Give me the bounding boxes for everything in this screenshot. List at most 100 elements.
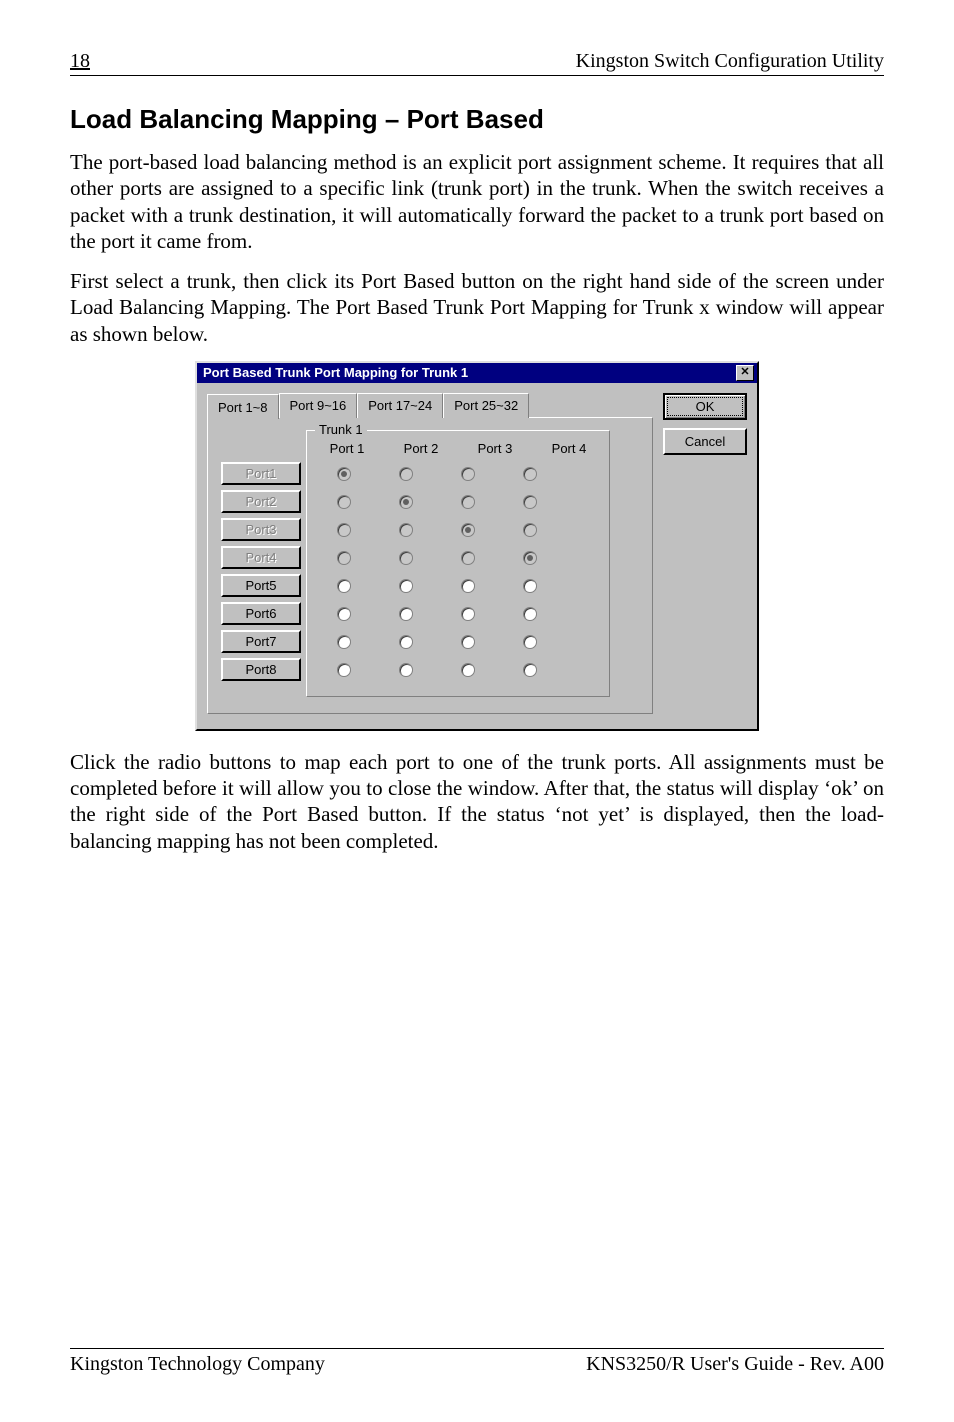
column-headers: Port 1 Port 2 Port 3 Port 4: [313, 441, 603, 460]
col-header: Port 4: [543, 441, 595, 456]
tab-port-9-16[interactable]: Port 9~16: [279, 393, 358, 418]
trunk-port-radio[interactable]: [399, 635, 413, 649]
trunk-port-radio: [399, 551, 413, 565]
trunk-port-radio[interactable]: [461, 579, 475, 593]
col-header: Port 2: [395, 441, 447, 456]
radio-cell: [313, 635, 375, 649]
page-header: 18 Kingston Switch Configuration Utility: [70, 50, 884, 76]
col-header: Port 1: [321, 441, 373, 456]
trunk-port-radio[interactable]: [337, 635, 351, 649]
radio-cell: [437, 579, 499, 593]
radio-cell: [499, 551, 561, 565]
tab-port-1-8[interactable]: Port 1~8: [207, 394, 279, 419]
cancel-button[interactable]: Cancel: [663, 428, 747, 455]
radio-cell: [437, 467, 499, 481]
table-row: Port5: [313, 572, 603, 600]
port-row-button: Port3: [221, 518, 301, 541]
radio-cell: [499, 607, 561, 621]
trunk-port-radio: [337, 523, 351, 537]
page-footer: Kingston Technology Company KNS3250/R Us…: [70, 1348, 884, 1376]
section-heading: Load Balancing Mapping – Port Based: [70, 104, 884, 135]
trunk-port-radio: [523, 467, 537, 481]
radio-cell: [499, 467, 561, 481]
radio-cell: [499, 523, 561, 537]
group-label: Trunk 1: [315, 422, 367, 437]
port-row-button[interactable]: Port6: [221, 602, 301, 625]
radio-cell: [375, 551, 437, 565]
trunk-mapping-dialog: Port Based Trunk Port Mapping for Trunk …: [195, 361, 759, 731]
radio-cell: [437, 551, 499, 565]
trunk-port-radio[interactable]: [523, 579, 537, 593]
table-row: Port6: [313, 600, 603, 628]
table-row: Port7: [313, 628, 603, 656]
radio-cell: [499, 635, 561, 649]
tab-strip: Port 1~8 Port 9~16 Port 17~24 Port 25~32: [207, 393, 653, 418]
radio-cell: [437, 635, 499, 649]
radio-cell: [375, 523, 437, 537]
tab-port-17-24[interactable]: Port 17~24: [357, 393, 443, 418]
trunk-groupbox: Trunk 1 Port 1 Port 2 Port 3 Port 4 Port…: [306, 430, 610, 697]
trunk-port-radio[interactable]: [337, 579, 351, 593]
port-row-button[interactable]: Port7: [221, 630, 301, 653]
trunk-port-radio[interactable]: [523, 663, 537, 677]
radio-cell: [313, 579, 375, 593]
ok-button[interactable]: OK: [663, 393, 747, 420]
trunk-port-radio[interactable]: [399, 579, 413, 593]
radio-cell: [375, 495, 437, 509]
trunk-port-radio[interactable]: [399, 663, 413, 677]
page-number: 18: [70, 50, 90, 73]
port-row-button: Port4: [221, 546, 301, 569]
trunk-port-radio[interactable]: [461, 663, 475, 677]
radio-cell: [499, 579, 561, 593]
table-row: Port4: [313, 544, 603, 572]
table-row: Port1: [313, 460, 603, 488]
trunk-port-radio: [461, 551, 475, 565]
footer-right: KNS3250/R User's Guide - Rev. A00: [586, 1353, 884, 1376]
radio-cell: [313, 495, 375, 509]
trunk-port-radio[interactable]: [461, 635, 475, 649]
radio-cell: [375, 607, 437, 621]
radio-cell: [375, 663, 437, 677]
trunk-port-radio[interactable]: [523, 607, 537, 621]
footer-left: Kingston Technology Company: [70, 1353, 325, 1376]
radio-cell: [375, 635, 437, 649]
radio-cell: [499, 663, 561, 677]
tab-port-25-32[interactable]: Port 25~32: [443, 393, 529, 418]
trunk-port-radio[interactable]: [523, 635, 537, 649]
close-button[interactable]: ✕: [736, 365, 754, 381]
port-row-button[interactable]: Port5: [221, 574, 301, 597]
tab-panel: Trunk 1 Port 1 Port 2 Port 3 Port 4 Port…: [207, 417, 653, 714]
body-paragraph: Click the radio buttons to map each port…: [70, 749, 884, 854]
trunk-port-radio: [523, 551, 537, 565]
trunk-port-radio: [399, 467, 413, 481]
body-paragraph: First select a trunk, then click its Por…: [70, 268, 884, 347]
trunk-port-radio: [461, 523, 475, 537]
trunk-port-radio: [523, 523, 537, 537]
radio-cell: [437, 607, 499, 621]
col-header: Port 3: [469, 441, 521, 456]
table-row: Port2: [313, 488, 603, 516]
port-row-button: Port2: [221, 490, 301, 513]
trunk-port-radio: [399, 523, 413, 537]
radio-cell: [313, 551, 375, 565]
port-row-button[interactable]: Port8: [221, 658, 301, 681]
trunk-port-radio: [461, 495, 475, 509]
radio-cell: [437, 523, 499, 537]
trunk-port-radio: [337, 551, 351, 565]
radio-cell: [375, 467, 437, 481]
trunk-port-radio[interactable]: [399, 607, 413, 621]
trunk-port-radio: [337, 467, 351, 481]
port-row-button: Port1: [221, 462, 301, 485]
trunk-port-radio: [461, 467, 475, 481]
body-paragraph: The port-based load balancing method is …: [70, 149, 884, 254]
trunk-port-radio: [399, 495, 413, 509]
dialog-title: Port Based Trunk Port Mapping for Trunk …: [203, 365, 468, 380]
radio-cell: [375, 579, 437, 593]
table-row: Port3: [313, 516, 603, 544]
radio-cell: [313, 523, 375, 537]
trunk-port-radio[interactable]: [337, 663, 351, 677]
trunk-port-radio[interactable]: [461, 607, 475, 621]
radio-cell: [313, 607, 375, 621]
running-title: Kingston Switch Configuration Utility: [576, 50, 884, 73]
trunk-port-radio[interactable]: [337, 607, 351, 621]
